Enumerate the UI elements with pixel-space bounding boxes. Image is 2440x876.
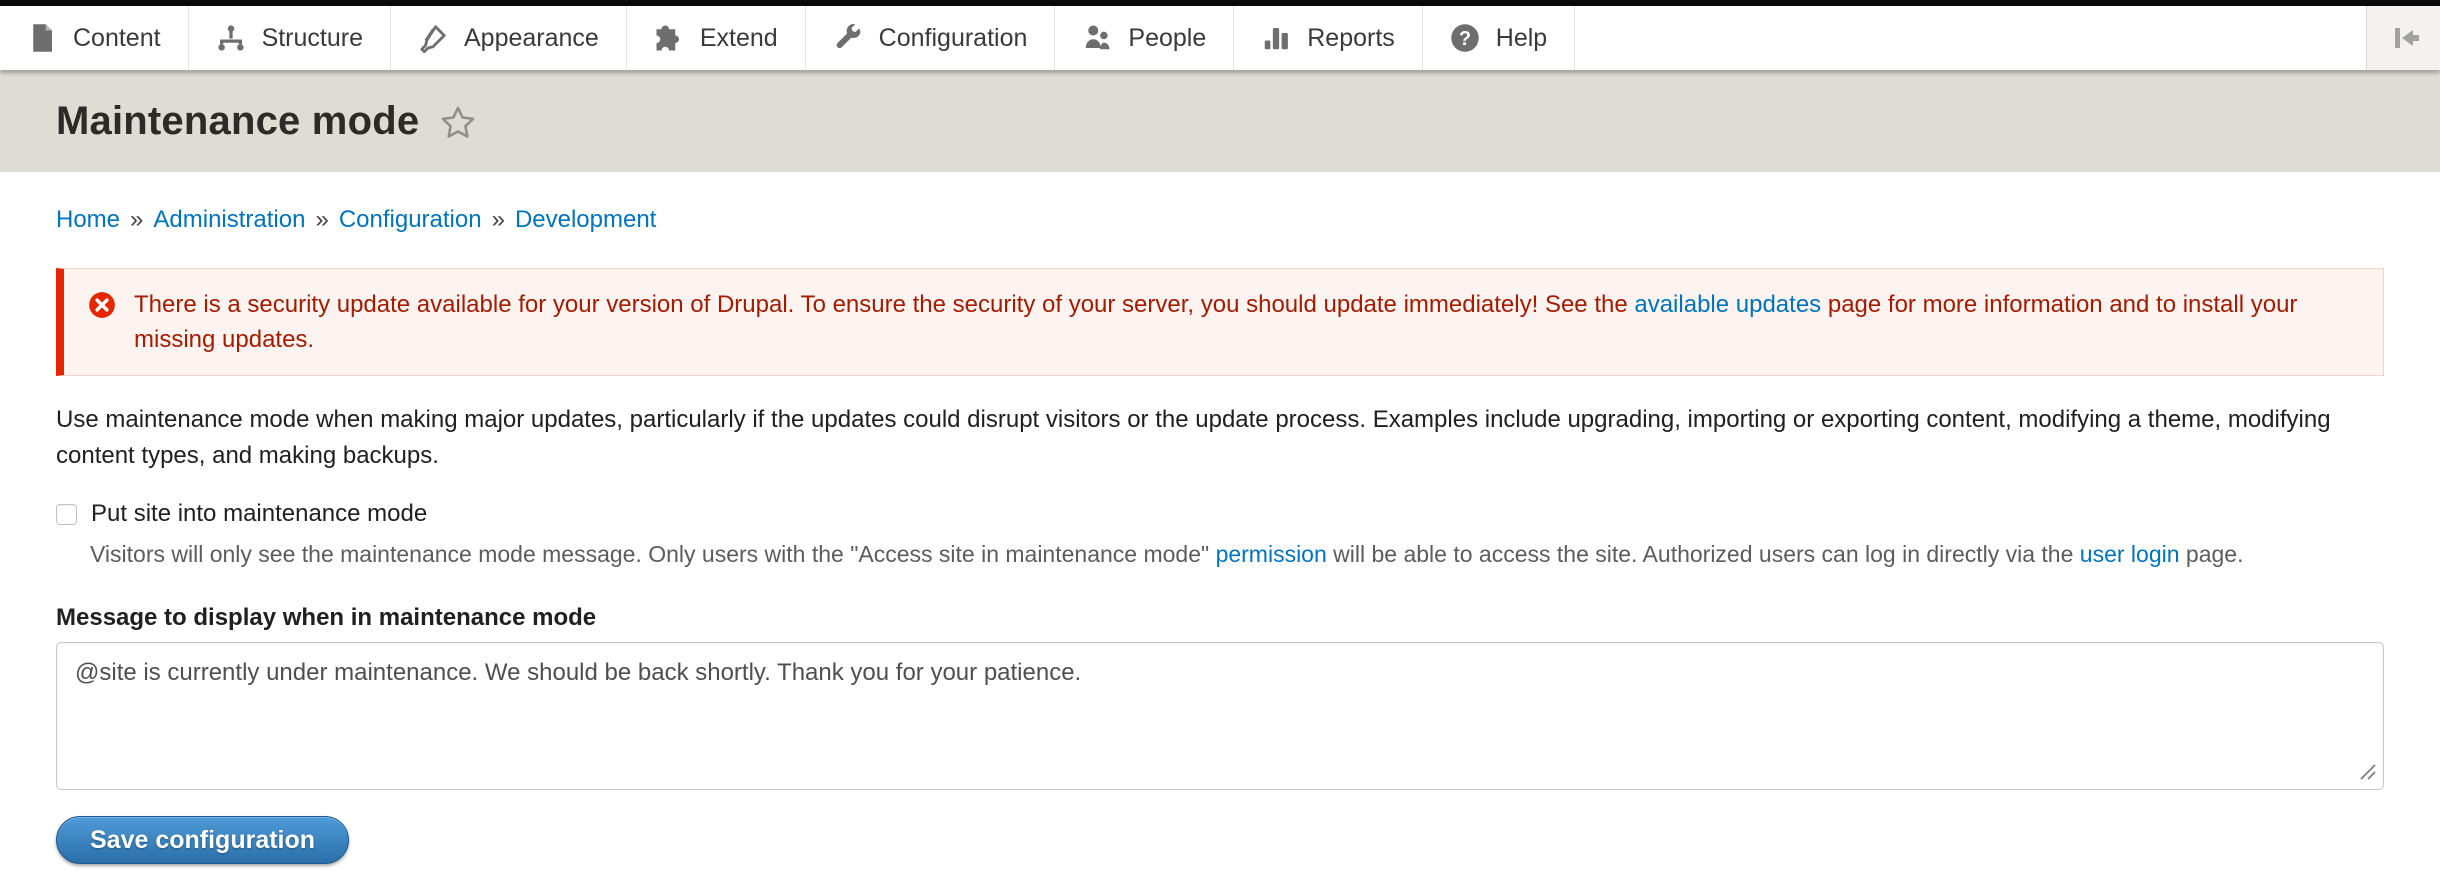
toolbar-item-label: Structure xyxy=(262,24,363,53)
content-icon xyxy=(27,23,57,53)
page-header: Maintenance mode xyxy=(0,70,2440,172)
error-icon xyxy=(88,291,116,319)
breadcrumb-link-administration[interactable]: Administration xyxy=(153,206,305,233)
help-text-part2: will be able to access the site. Authori… xyxy=(1327,541,2080,567)
permission-link[interactable]: permission xyxy=(1216,541,1327,567)
collapse-left-icon xyxy=(2386,25,2422,51)
maintenance-mode-description: Use maintenance mode when making major u… xyxy=(56,402,2384,474)
extend-icon xyxy=(654,23,684,53)
toolbar-item-extend[interactable]: Extend xyxy=(627,6,806,70)
toolbar-item-label: Reports xyxy=(1307,24,1395,53)
toolbar-item-label: Configuration xyxy=(879,24,1028,53)
maintenance-mode-checkbox[interactable] xyxy=(56,504,77,525)
save-configuration-button[interactable]: Save configuration xyxy=(56,816,349,864)
toolbar-item-content[interactable]: Content xyxy=(0,6,189,70)
reports-icon xyxy=(1261,23,1291,53)
error-text: There is a security update available for… xyxy=(134,287,2353,357)
breadcrumb-link-development[interactable]: Development xyxy=(515,206,656,233)
breadcrumb-link-configuration[interactable]: Configuration xyxy=(339,206,482,233)
toolbar-item-label: Content xyxy=(73,24,161,53)
breadcrumb-separator: » xyxy=(315,206,328,233)
toolbar-item-label: Help xyxy=(1496,24,1547,53)
main-content: Home » Administration » Configuration » Develo… xyxy=(0,206,2440,864)
available-updates-link[interactable]: available updates xyxy=(1634,291,1821,318)
security-update-error-message: There is a security update available for… xyxy=(56,268,2384,376)
message-textarea-wrap: @site is currently under maintenance. We… xyxy=(56,642,2384,790)
error-text-part1: There is a security update available for… xyxy=(134,291,1634,318)
maintenance-message-textarea[interactable]: @site is currently under maintenance. We… xyxy=(56,642,2384,790)
maintenance-mode-help-text: Visitors will only see the maintenance m… xyxy=(90,538,2384,570)
configuration-icon xyxy=(833,23,863,53)
maintenance-mode-checkbox-label[interactable]: Put site into maintenance mode xyxy=(91,500,427,528)
toolbar-spacer xyxy=(1575,6,2366,70)
page-title: Maintenance mode xyxy=(56,99,419,144)
structure-icon xyxy=(216,23,246,53)
textarea-resize-handle-icon[interactable] xyxy=(2357,761,2377,781)
toolbar-item-label: Appearance xyxy=(464,24,599,53)
help-icon: ? xyxy=(1450,23,1480,53)
toolbar-item-people[interactable]: People xyxy=(1055,6,1234,70)
toolbar-item-configuration[interactable]: Configuration xyxy=(806,6,1056,70)
help-text-part3: page. xyxy=(2180,541,2244,567)
breadcrumb: Home » Administration » Configuration » Develo… xyxy=(56,206,2384,234)
help-text-part1: Visitors will only see the maintenance m… xyxy=(90,541,1216,567)
breadcrumb-link-home[interactable]: Home xyxy=(56,206,120,233)
message-field-label: Message to display when in maintenance m… xyxy=(56,604,2384,632)
favorite-star-icon[interactable] xyxy=(439,104,477,142)
svg-text:?: ? xyxy=(1459,28,1471,50)
toolbar-orientation-toggle[interactable] xyxy=(2366,6,2440,70)
breadcrumb-separator: » xyxy=(130,206,143,233)
breadcrumb-separator: » xyxy=(492,206,505,233)
toolbar-item-label: Extend xyxy=(700,24,778,53)
toolbar-item-structure[interactable]: Structure xyxy=(189,6,391,70)
maintenance-mode-checkbox-row: Put site into maintenance mode xyxy=(56,500,2384,528)
appearance-icon xyxy=(418,23,448,53)
toolbar-item-label: People xyxy=(1128,24,1206,53)
toolbar-item-help[interactable]: ? Help xyxy=(1423,6,1575,70)
toolbar-item-reports[interactable]: Reports xyxy=(1234,6,1423,70)
user-login-link[interactable]: user login xyxy=(2080,541,2180,567)
people-icon xyxy=(1082,23,1112,53)
toolbar-item-appearance[interactable]: Appearance xyxy=(391,6,627,70)
admin-toolbar: Content Structure Appearance Extend xyxy=(0,6,2440,70)
